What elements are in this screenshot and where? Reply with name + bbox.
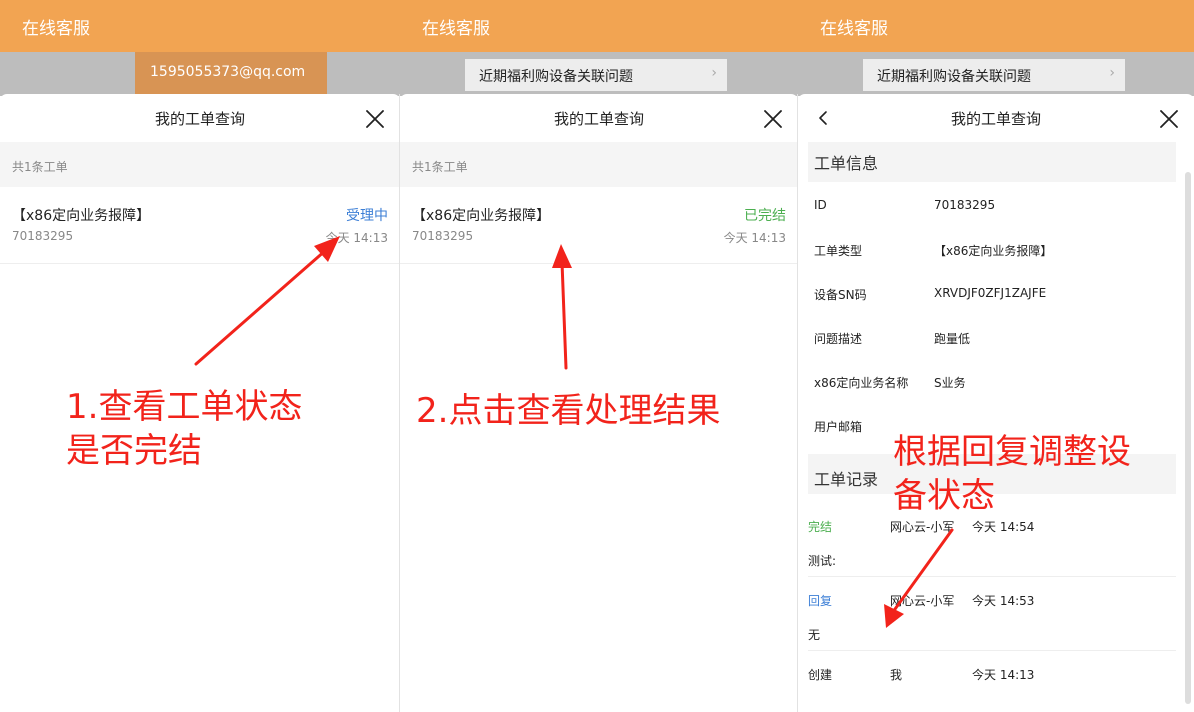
record-text: 无: [808, 628, 821, 642]
field-label: 工单类型: [814, 244, 863, 258]
annotation-note-2: 2.点击查看处理结果: [416, 391, 721, 431]
panel-divider: [399, 94, 400, 712]
sheet-header: 我的工单查询: [400, 94, 798, 142]
notice-item: 近期福利购设备关联问题 ›: [465, 59, 727, 91]
ticket-row[interactable]: 【x86定向业务报障】 70183295 已完结 今天 14:13: [400, 187, 798, 264]
field-value: S业务: [934, 376, 966, 390]
field-label: x86定向业务名称: [814, 376, 909, 390]
panel-divider: [797, 94, 798, 712]
scrollbar[interactable]: [1185, 172, 1191, 704]
ticket-name: 【x86定向业务报障】: [412, 208, 551, 224]
ticket-id: 70183295: [412, 229, 474, 243]
app-header: 在线客服: [798, 0, 1194, 52]
sheet-header: 我的工单查询: [0, 94, 400, 142]
record-time: 今天 14:53: [972, 594, 1035, 608]
annotation-note-3: 根据回复调整设 备状态: [893, 432, 1131, 516]
ticket-id: 70183295: [12, 229, 74, 243]
panel-ticket-list-done: 在线客服 近期福利购设备关联问题 › 我的工单查询 共1条工单 【x86定向业务…: [400, 0, 798, 712]
field-value: 【x86定向业务报障】: [934, 244, 1053, 258]
notice-text: 近期福利购设备关联问题: [479, 69, 633, 85]
background-strip: 1595055373@qq.com: [0, 52, 400, 96]
record-author: 网心云-小军: [890, 520, 955, 534]
ticket-count: 共1条工单: [0, 142, 400, 187]
panel-ticket-list-processing: 在线客服 1595055373@qq.com 我的工单查询 共1条工单 【x86…: [0, 0, 400, 712]
app-title: 在线客服: [820, 19, 888, 39]
sheet-header: 我的工单查询: [798, 94, 1194, 142]
field-value: XRVDJF0ZFJ1ZAJFE: [934, 286, 1047, 300]
record-action: 回复: [808, 594, 833, 608]
notice-text: 近期福利购设备关联问题: [877, 69, 1031, 85]
ticket-row[interactable]: 【x86定向业务报障】 70183295 受理中 今天 14:13: [0, 187, 400, 264]
ticket-status: 已完结: [744, 208, 786, 224]
background-strip: 近期福利购设备关联问题 ›: [798, 52, 1194, 96]
chevron-right-icon: ›: [1109, 65, 1115, 81]
record-time: 今天 14:13: [972, 668, 1035, 682]
close-icon[interactable]: [762, 108, 784, 130]
field-label: 用户邮箱: [814, 420, 863, 434]
divider: [808, 650, 1176, 651]
record-author: 网心云-小军: [890, 594, 955, 608]
field-label: 问题描述: [814, 332, 863, 346]
app-header: 在线客服: [0, 0, 400, 52]
annotation-note-1: 1.查看工单状态 是否完结: [66, 387, 303, 471]
sheet-title: 我的工单查询: [154, 110, 245, 128]
ticket-time: 今天 14:13: [325, 231, 388, 245]
field-label: ID: [814, 198, 827, 212]
record-author: 我: [890, 668, 903, 682]
chevron-right-icon: ›: [711, 65, 717, 81]
divider: [808, 576, 1176, 577]
ticket-count: 共1条工单: [400, 142, 798, 187]
field-value: 跑量低: [934, 332, 971, 346]
ticket-status: 受理中: [346, 208, 388, 224]
panel-ticket-detail: 在线客服 近期福利购设备关联问题 › 我的工单查询 工单信息 ID 701832…: [798, 0, 1194, 712]
app-title: 在线客服: [22, 19, 90, 39]
app-header: 在线客服: [400, 0, 798, 52]
record-text: 测试:: [808, 554, 837, 568]
record-time: 今天 14:54: [972, 520, 1035, 534]
ticket-time: 今天 14:13: [723, 231, 786, 245]
record-action: 完结: [808, 520, 833, 534]
sheet-title: 我的工单查询: [553, 110, 644, 128]
ticket-info-header: 工单信息: [808, 142, 1176, 182]
field-label: 设备SN码: [814, 288, 867, 302]
background-strip: 近期福利购设备关联问题 ›: [400, 52, 798, 96]
app-title: 在线客服: [422, 19, 490, 39]
field-value: 70183295: [934, 198, 996, 212]
record-action: 创建: [808, 668, 833, 682]
close-icon[interactable]: [364, 108, 386, 130]
user-email-chip: 1595055373@qq.com: [135, 52, 327, 96]
sheet-title: 我的工单查询: [950, 110, 1041, 128]
ticket-name: 【x86定向业务报障】: [12, 208, 151, 224]
close-icon[interactable]: [1158, 108, 1180, 130]
notice-item: 近期福利购设备关联问题 ›: [863, 59, 1125, 91]
ticket-detail-sheet: 我的工单查询 工单信息 ID 70183295 工单类型 【x86定向业务报障】…: [798, 94, 1194, 712]
